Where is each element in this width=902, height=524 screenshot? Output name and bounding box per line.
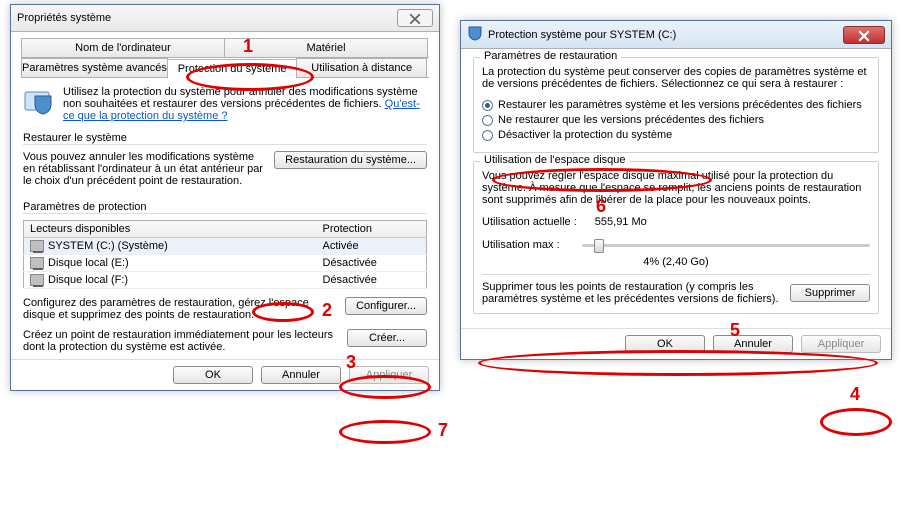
radio-label: Désactiver la protection du système [498,129,672,141]
drive-status: Activée [317,238,427,255]
drive-name: SYSTEM (C:) (Système) [48,240,168,252]
protection-group: Paramètres de protection Lecteurs dispon… [23,201,427,353]
col-status: Protection [317,221,427,238]
tab-remote[interactable]: Utilisation à distance [296,58,427,77]
annotation-ring-4 [820,408,892,436]
intro-text-body: Utilisez la protection du système pour a… [63,86,418,110]
table-row[interactable]: SYSTEM (C:) (Système) Activée [24,238,427,255]
restore-legend: Restaurer le système [23,132,427,145]
radio-restore-full[interactable]: Restaurer les paramètres système et les … [482,99,870,111]
apply-button[interactable]: Appliquer [801,335,881,353]
close-icon[interactable] [843,26,885,44]
radio-dot-icon [482,130,493,141]
delete-button[interactable]: Supprimer [790,284,870,302]
tab-computer-name[interactable]: Nom de l'ordinateur [21,38,225,57]
drive-icon [30,257,44,269]
tabs-row1: Nom de l'ordinateur Matériel [21,38,429,58]
restore-settings-legend: Paramètres de restauration [480,50,621,62]
titlebar-left: Propriétés système [11,5,439,32]
drive-name: Disque local (F:) [48,274,128,286]
configure-button[interactable]: Configurer... [345,297,427,315]
shield-icon [467,25,483,44]
intro-text: Utilisez la protection du système pour a… [63,86,427,122]
cancel-button[interactable]: Annuler [713,335,793,353]
apply-button[interactable]: Appliquer [349,366,429,384]
shield-icon [23,86,55,118]
tab-system-protection[interactable]: Protection du système [167,59,298,78]
restore-settings-group: Paramètres de restauration La protection… [473,57,879,153]
configure-text: Configurez des paramètres de restauratio… [23,297,335,321]
current-usage-value: 555,91 Mo [595,216,647,228]
buttonbar-right: OK Annuler Appliquer [461,328,891,359]
annotation-number-4: 4 [850,384,860,405]
radio-dot-icon [482,115,493,126]
create-text: Créez un point de restauration immédiate… [23,329,337,353]
drive-icon [30,240,44,252]
system-restore-button[interactable]: Restauration du système... [274,151,427,169]
window-title-left: Propriétés système [17,12,111,24]
protection-legend: Paramètres de protection [23,201,427,214]
table-row[interactable]: Disque local (E:) Désactivée [24,255,427,272]
restore-text: Vous pouvez annuler les modifications sy… [23,151,264,187]
cancel-button[interactable]: Annuler [261,366,341,384]
drive-status: Désactivée [317,255,427,272]
tabs-row2: Paramètres système avancés Protection du… [21,58,429,78]
radio-disable-protection[interactable]: Désactiver la protection du système [482,129,870,141]
system-properties-window: Propriétés système Nom de l'ordinateur M… [10,4,440,391]
max-usage-slider[interactable] [582,236,870,254]
window-title-right: Protection système pour SYSTEM (C:) [488,29,676,41]
radio-dot-icon [482,100,493,111]
disk-usage-group: Utilisation de l'espace disque Vous pouv… [473,161,879,314]
content-right: Paramètres de restauration La protection… [461,49,891,328]
annotation-number-7: 7 [438,420,448,441]
disk-usage-legend: Utilisation de l'espace disque [480,154,630,166]
max-usage-label: Utilisation max : [482,239,572,251]
titlebar-right: Protection système pour SYSTEM (C:) [461,21,891,49]
restore-group: Restaurer le système Vous pouvez annuler… [23,132,427,187]
intro-block: Utilisez la protection du système pour a… [23,86,427,122]
disk-usage-text: Vous pouvez régler l'espace disque maxim… [482,170,870,206]
create-button[interactable]: Créer... [347,329,427,347]
ok-button[interactable]: OK [173,366,253,384]
drive-icon [30,274,44,286]
tab-hardware[interactable]: Matériel [224,38,428,57]
max-usage-value: 4% (2,40 Go) [482,256,870,268]
drive-name: Disque local (E:) [48,257,129,269]
radio-label: Ne restaurer que les versions précédente… [498,114,764,126]
drive-status: Désactivée [317,272,427,289]
protection-config-window: Protection système pour SYSTEM (C:) Para… [460,20,892,360]
close-icon[interactable] [397,9,433,27]
delete-text: Supprimer tous les points de restauratio… [482,281,780,305]
radio-restore-files[interactable]: Ne restaurer que les versions précédente… [482,114,870,126]
col-drives: Lecteurs disponibles [24,221,317,238]
annotation-ring-7 [339,420,431,444]
radio-label: Restaurer les paramètres système et les … [498,99,862,111]
content-left: Utilisez la protection du système pour a… [11,78,439,359]
restore-settings-text: La protection du système peut conserver … [482,66,870,90]
buttonbar-left: OK Annuler Appliquer [11,359,439,390]
tab-advanced[interactable]: Paramètres système avancés [21,58,168,77]
ok-button[interactable]: OK [625,335,705,353]
table-row[interactable]: Disque local (F:) Désactivée [24,272,427,289]
current-usage-label: Utilisation actuelle : [482,216,577,228]
drives-table: Lecteurs disponibles Protection SYSTEM (… [23,220,427,289]
